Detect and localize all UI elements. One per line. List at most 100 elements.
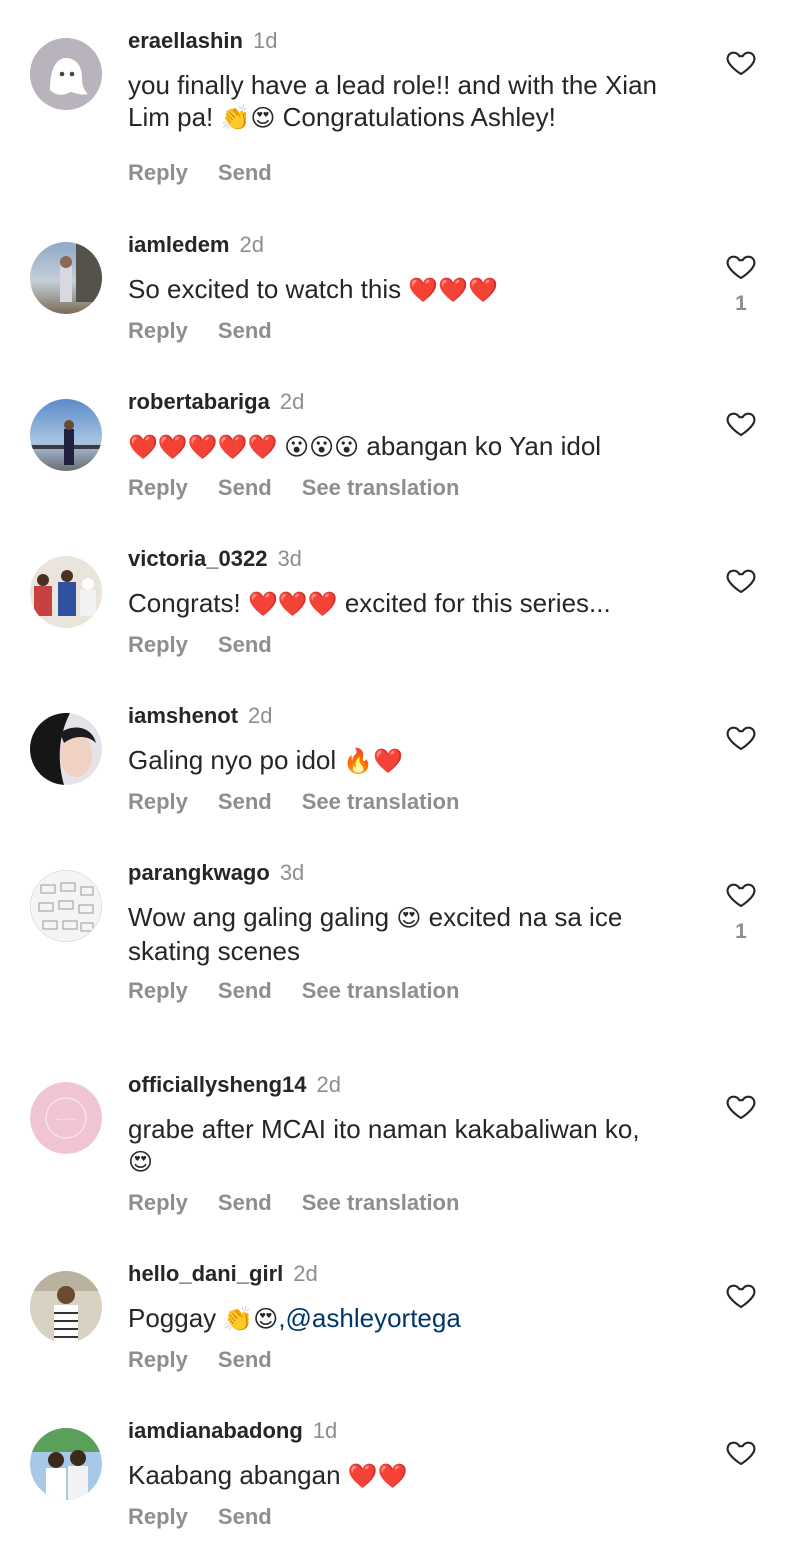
emoji: ❤️❤️	[347, 1463, 408, 1490]
send-button[interactable]: Send	[218, 978, 272, 1003]
comment-line: Galing nyo po idol	[128, 745, 344, 775]
username[interactable]: eraellashin 1d	[128, 28, 277, 54]
username[interactable]: officiallysheng14 2d	[128, 1072, 341, 1098]
reply-button[interactable]: Reply	[128, 1504, 188, 1529]
avatar[interactable]	[30, 870, 102, 942]
heart-outline-icon[interactable]	[724, 564, 758, 596]
comment-line: Lim pa!	[128, 102, 221, 132]
username[interactable]: iamshenot 2d	[128, 703, 273, 729]
comment-line: Congrats!	[128, 588, 248, 618]
heart-outline-icon[interactable]	[724, 1436, 758, 1468]
comment-line: Congratulations Ashley!	[275, 102, 556, 132]
avatar[interactable]	[30, 38, 102, 110]
comment-actions: Reply Send	[128, 1504, 302, 1530]
comment-item: parangkwago 3d Wow ang galing galing 😍 ex…	[0, 860, 800, 1020]
send-button[interactable]: Send	[218, 160, 272, 185]
see-translation-button[interactable]: See translation	[302, 789, 460, 814]
comment-text: you finally have a lead role!! and with …	[128, 69, 698, 135]
reply-button[interactable]: Reply	[128, 632, 188, 657]
reply-button[interactable]: Reply	[128, 318, 188, 343]
comment-line: Kaabang abangan	[128, 1460, 348, 1490]
emoji: ❤️❤️❤️❤️❤️ 😮😮😮	[128, 434, 360, 461]
comment-actions: Reply Send See translation	[128, 978, 489, 1004]
comment-actions: Reply Send	[128, 1347, 302, 1373]
comment-actions: Reply Send	[128, 632, 302, 658]
comment-item: robertabariga 2d ❤️❤️❤️❤️❤️ 😮😮😮 abangan k…	[0, 389, 800, 519]
heart-outline-icon[interactable]	[724, 1090, 758, 1122]
username-text[interactable]: robertabariga	[128, 389, 270, 414]
username-text[interactable]: iamshenot	[128, 703, 238, 728]
avatar[interactable]	[30, 713, 102, 785]
reply-button[interactable]: Reply	[128, 789, 188, 814]
see-translation-button[interactable]: See translation	[302, 475, 460, 500]
timestamp: 2d	[279, 389, 305, 414]
emoji: ❤️❤️❤️	[408, 277, 499, 304]
heart-outline-icon[interactable]	[724, 721, 758, 753]
comment-text: Kaabang abangan ❤️❤️	[128, 1459, 698, 1493]
heart-outline-icon[interactable]	[724, 46, 758, 78]
send-button[interactable]: Send	[218, 1190, 272, 1215]
like-count[interactable]: 1	[724, 920, 758, 944]
username-text[interactable]: iamdianabadong	[128, 1418, 303, 1443]
username-text[interactable]: parangkwago	[128, 860, 270, 885]
send-button[interactable]: Send	[218, 1347, 272, 1372]
see-translation-button[interactable]: See translation	[302, 978, 460, 1003]
avatar[interactable]	[30, 556, 102, 628]
see-translation-button[interactable]: See translation	[302, 1190, 460, 1215]
comment-item: hello_dani_girl 2d Poggay 👏😍,@ashleyorteg…	[0, 1261, 800, 1391]
comment-actions: Reply Send See translation	[128, 1190, 489, 1216]
username-text[interactable]: victoria_0322	[128, 546, 267, 571]
like-count[interactable]: 1	[724, 292, 758, 316]
comment-text: grabe after MCAI ito naman kakabaliwan k…	[128, 1113, 698, 1179]
username-text[interactable]: iamledem	[128, 232, 230, 257]
send-button[interactable]: Send	[218, 475, 272, 500]
timestamp: 3d	[277, 546, 302, 571]
username[interactable]: iamdianabadong 1d	[128, 1418, 337, 1444]
comment-item: iamledem 2d So excited to watch this ❤️❤️…	[0, 232, 800, 362]
emoji: 😍	[396, 905, 422, 932]
comment-line: grabe after MCAI ito naman kakabaliwan k…	[128, 1114, 640, 1144]
heart-outline-icon[interactable]	[724, 1279, 758, 1311]
avatar[interactable]	[30, 242, 102, 314]
emoji: 😍	[128, 1149, 154, 1176]
mention-link[interactable]: ,@ashleyortega	[278, 1303, 461, 1333]
heart-outline-icon[interactable]	[724, 407, 758, 439]
username[interactable]: parangkwago 3d	[128, 860, 304, 886]
reply-button[interactable]: Reply	[128, 1190, 188, 1215]
username-text[interactable]: eraellashin	[128, 28, 243, 53]
avatar[interactable]	[30, 1271, 102, 1343]
send-button[interactable]: Send	[218, 318, 272, 343]
comment-actions: Reply Send	[128, 160, 302, 186]
comment-item: ~~~ officiallysheng14 2d grabe after MCAI…	[0, 1072, 800, 1232]
username[interactable]: robertabariga 2d	[128, 389, 304, 415]
heart-outline-icon[interactable]	[724, 878, 758, 910]
reply-button[interactable]: Reply	[128, 475, 188, 500]
username-text[interactable]: officiallysheng14	[128, 1072, 307, 1097]
send-button[interactable]: Send	[218, 1504, 272, 1529]
timestamp: 2d	[316, 1072, 341, 1097]
username[interactable]: iamledem 2d	[128, 232, 264, 258]
comment-text: ❤️❤️❤️❤️❤️ 😮😮😮 abangan ko Yan idol	[128, 430, 698, 464]
reply-button[interactable]: Reply	[128, 160, 188, 185]
send-button[interactable]: Send	[218, 632, 272, 657]
comment-text: So excited to watch this ❤️❤️❤️	[128, 273, 698, 307]
comment-actions: Reply Send See translation	[128, 475, 489, 501]
emoji: 🔥❤️	[343, 748, 404, 775]
reply-button[interactable]: Reply	[128, 1347, 188, 1372]
avatar[interactable]: ~~~	[30, 1082, 102, 1154]
comment-text: Congrats! ❤️❤️❤️ excited for this series…	[128, 587, 698, 621]
comment-actions: Reply Send	[128, 318, 302, 344]
username[interactable]: hello_dani_girl 2d	[128, 1261, 318, 1287]
comment-item: iamshenot 2d Galing nyo po idol 🔥❤️ Reply…	[0, 703, 800, 833]
comment-actions: Reply Send See translation	[128, 789, 489, 815]
reply-button[interactable]: Reply	[128, 978, 188, 1003]
heart-outline-icon[interactable]	[724, 250, 758, 282]
send-button[interactable]: Send	[218, 789, 272, 814]
avatar[interactable]	[30, 1428, 102, 1500]
timestamp: 1d	[312, 1418, 338, 1443]
avatar[interactable]	[30, 399, 102, 471]
comment-line: excited na sa ice	[421, 902, 623, 932]
emoji: 👏😍	[220, 105, 276, 132]
username[interactable]: victoria_0322 3d	[128, 546, 302, 572]
username-text[interactable]: hello_dani_girl	[128, 1261, 283, 1286]
